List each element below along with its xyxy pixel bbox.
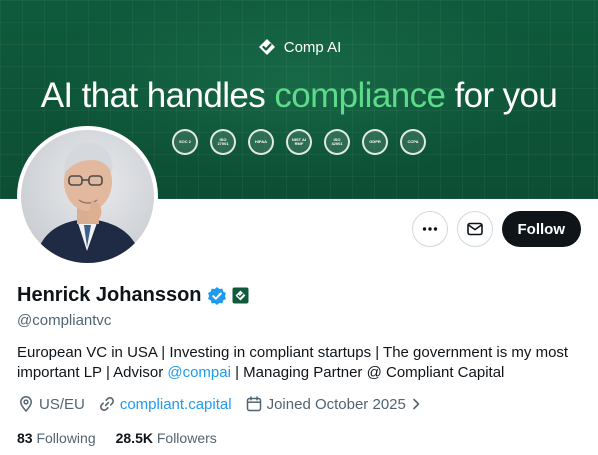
headline-suffix: for you — [445, 76, 558, 115]
message-button[interactable] — [456, 211, 493, 247]
badge-hipaa: HIPAA — [248, 129, 274, 155]
calendar-icon — [246, 396, 261, 412]
profile-name-row: Henrick Johansson — [17, 284, 249, 307]
badge-nist: NIST AI RMF — [286, 129, 312, 155]
profile-meta: US/EU compliant.capital Joined October 2… — [17, 395, 422, 413]
joined-item[interactable]: Joined October 2025 — [245, 395, 422, 413]
avatar[interactable] — [17, 126, 158, 267]
banner-headline: AI that handles compliance for you — [0, 76, 598, 116]
joined-text: Joined October 2025 — [266, 395, 406, 413]
verified-badge-icon[interactable] — [207, 286, 227, 306]
badge-ccpa: CCPA — [400, 129, 426, 155]
following-stat[interactable]: 83 Following — [17, 430, 96, 446]
link-icon — [99, 397, 114, 411]
chevron-right-icon — [413, 398, 420, 410]
avatar-portrait — [35, 142, 142, 263]
location-text: US/EU — [39, 395, 85, 413]
comp-ai-logo-icon — [257, 37, 277, 57]
more-options-button[interactable] — [411, 211, 448, 247]
website-link[interactable]: compliant.capital — [120, 396, 232, 413]
followers-stat[interactable]: 28.5K Followers — [116, 430, 217, 446]
bio-mention-link[interactable]: @compai — [167, 364, 231, 381]
follow-button[interactable]: Follow — [501, 211, 581, 247]
headline-accent: compliance — [274, 76, 446, 115]
bio-text-end: | Managing Partner @ Compliant Capital — [230, 364, 505, 381]
following-label: Following — [36, 430, 96, 446]
followers-label: Followers — [156, 430, 217, 446]
user-handle: @compliantvc — [17, 312, 112, 329]
badge-soc2: SOC 2 — [172, 129, 198, 155]
location-item: US/EU — [17, 395, 85, 413]
affiliate-badge-icon[interactable] — [232, 287, 249, 304]
mail-icon — [466, 222, 483, 236]
profile-actions: Follow — [411, 211, 581, 247]
headline-prefix: AI that handles — [40, 76, 275, 115]
location-pin-icon — [20, 396, 32, 413]
badge-gdpr: GDPR — [362, 129, 388, 155]
followers-count: 28.5K — [115, 430, 153, 446]
more-icon — [422, 227, 437, 231]
follow-stats: 83 Following 28.5K Followers — [17, 430, 217, 446]
following-count: 83 — [17, 430, 33, 446]
website-item: compliant.capital — [98, 395, 232, 413]
banner-brand: Comp AI — [0, 37, 598, 57]
display-name: Henrick Johansson — [17, 284, 202, 306]
profile-bio: European VC in USA | Investing in compli… — [17, 343, 587, 383]
badge-iso27001: ISO 27001 — [210, 129, 236, 155]
banner-brand-name: Comp AI — [283, 38, 342, 56]
badge-iso42001: ISO 42001 — [324, 129, 350, 155]
